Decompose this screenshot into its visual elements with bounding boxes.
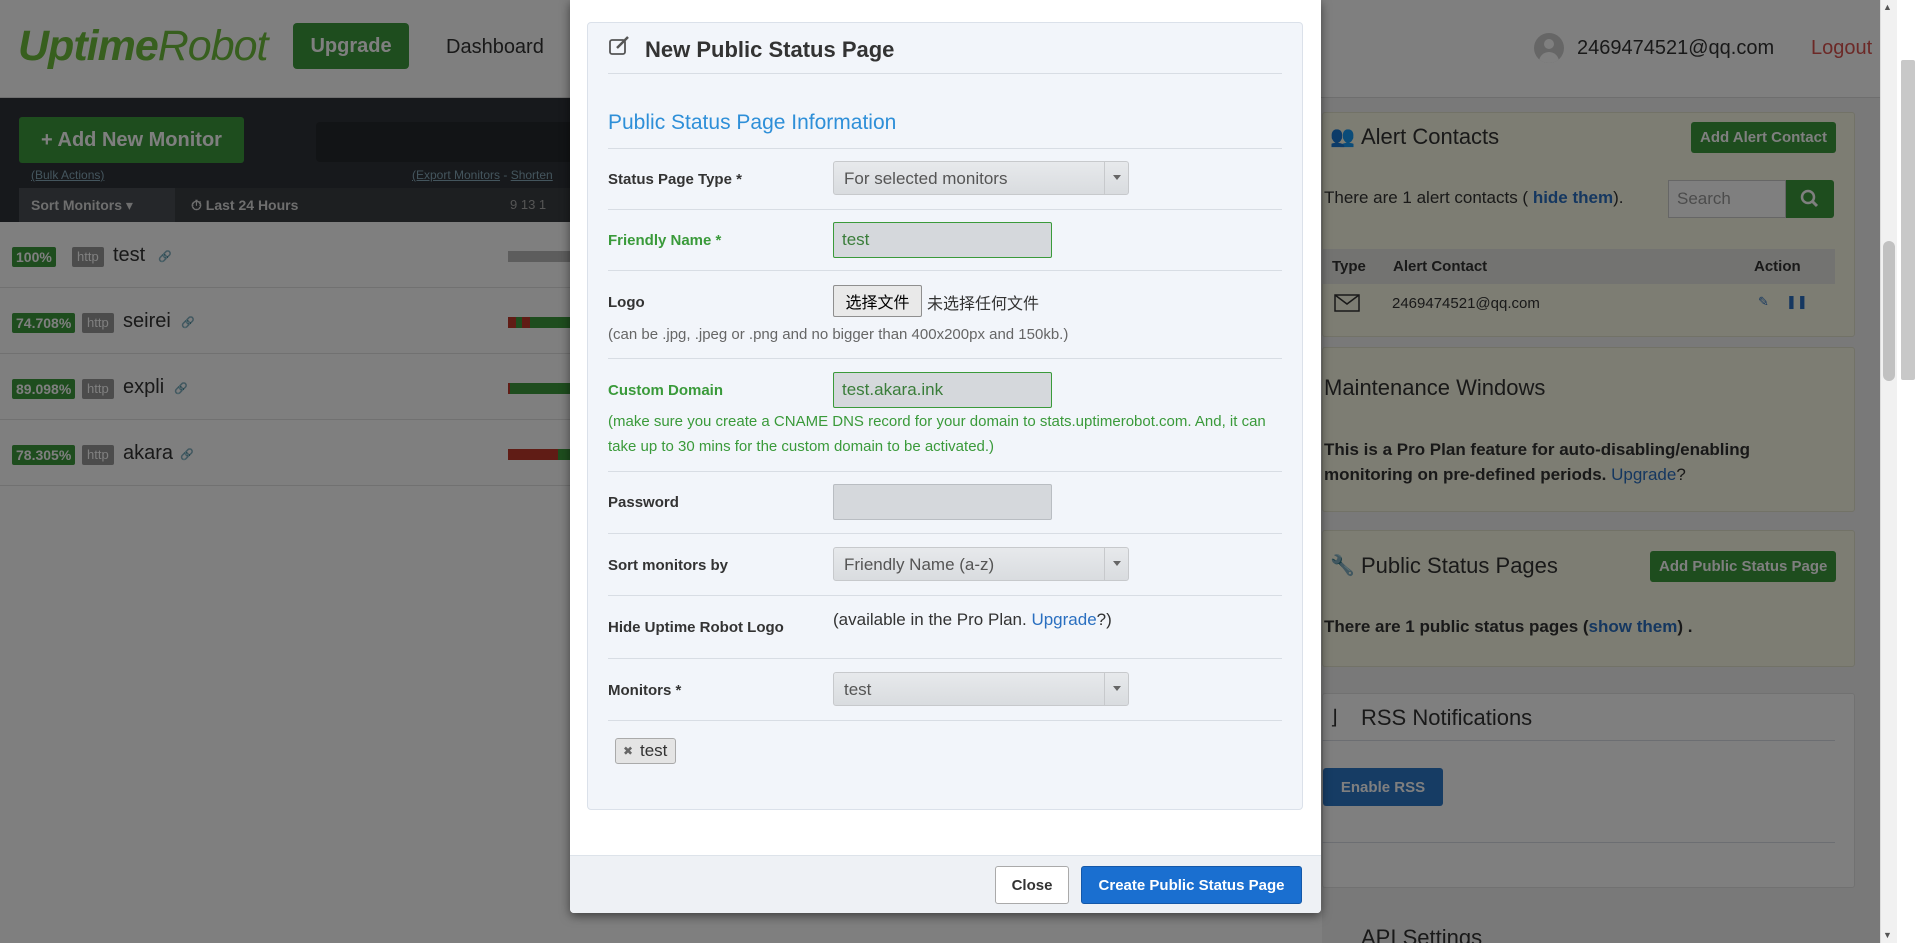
scroll-down-arrow[interactable]: ▼: [1883, 930, 1892, 940]
divider: [608, 595, 1282, 596]
sort-monitors-label: Sort monitors by: [608, 557, 729, 574]
password-input[interactable]: [833, 484, 1052, 520]
choose-file-button[interactable]: 选择文件: [833, 285, 922, 317]
custom-domain-help-line-2: take up to 30 mins for the custom domain…: [608, 438, 995, 455]
monitors-select[interactable]: test: [833, 672, 1129, 706]
remove-tag-icon[interactable]: ✖: [623, 744, 633, 758]
section-title: Public Status Page Information: [608, 111, 897, 134]
dropdown-arrow: [1104, 673, 1128, 705]
custom-domain-input[interactable]: [833, 372, 1052, 408]
pro-note-suffix: ?): [1096, 610, 1112, 629]
divider: [608, 658, 1282, 659]
status-page-type-label: Status Page Type *: [608, 171, 742, 188]
hide-logo-pro-note: (available in the Pro Plan. Upgrade?): [833, 610, 1112, 630]
friendly-name-label: Friendly Name *: [608, 232, 722, 249]
status-page-type-value: For selected monitors: [844, 169, 1008, 188]
outer-scrollbar-thumb[interactable]: [1901, 60, 1915, 380]
page-scrollbar-thumb[interactable]: [1883, 241, 1895, 381]
custom-domain-label: Custom Domain: [608, 382, 724, 399]
sort-monitors-select[interactable]: Friendly Name (a-z): [833, 547, 1129, 581]
divider: [608, 270, 1282, 271]
logo-label: Logo: [608, 294, 645, 311]
no-file-chosen-text: 未选择任何文件: [927, 296, 1040, 313]
page-scrollbar[interactable]: [1880, 0, 1897, 943]
custom-domain-help-line-1: (make sure you create a CNAME DNS record…: [608, 413, 1266, 430]
divider: [608, 720, 1282, 721]
sort-monitors-value: Friendly Name (a-z): [844, 555, 995, 574]
chevron-down-icon: [1113, 686, 1121, 691]
modal-title: New Public Status Page: [645, 37, 895, 62]
monitors-label: Monitors *: [608, 682, 682, 699]
hide-logo-upgrade-link[interactable]: Upgrade: [1031, 610, 1096, 629]
chevron-down-icon: [1113, 561, 1121, 566]
scroll-up-arrow[interactable]: ▲: [1883, 2, 1892, 12]
password-label: Password: [608, 494, 679, 511]
close-button[interactable]: Close: [995, 866, 1069, 904]
selected-monitor-name: test: [640, 741, 668, 760]
chevron-down-icon: [1113, 175, 1121, 180]
dropdown-arrow: [1104, 548, 1128, 580]
friendly-name-input[interactable]: [833, 222, 1052, 258]
divider: [608, 209, 1282, 210]
outer-scrollbar[interactable]: [1897, 0, 1920, 943]
divider: [608, 533, 1282, 534]
divider: [608, 471, 1282, 472]
divider: [608, 148, 1282, 149]
create-public-status-page-button[interactable]: Create Public Status Page: [1081, 866, 1302, 904]
logo-help-text: (can be .jpg, .jpeg or .png and no bigge…: [608, 326, 1069, 343]
pro-note-prefix: (available in the Pro Plan.: [833, 610, 1032, 629]
edit-square-icon: [609, 36, 629, 55]
hide-logo-label: Hide Uptime Robot Logo: [608, 619, 784, 636]
selected-monitor-tag: ✖ test: [615, 738, 677, 764]
dropdown-arrow: [1104, 162, 1128, 194]
monitors-select-value: test: [844, 680, 872, 699]
modal-title-divider: [608, 73, 1282, 74]
status-page-type-select[interactable]: For selected monitors: [833, 161, 1129, 195]
divider: [608, 358, 1282, 359]
